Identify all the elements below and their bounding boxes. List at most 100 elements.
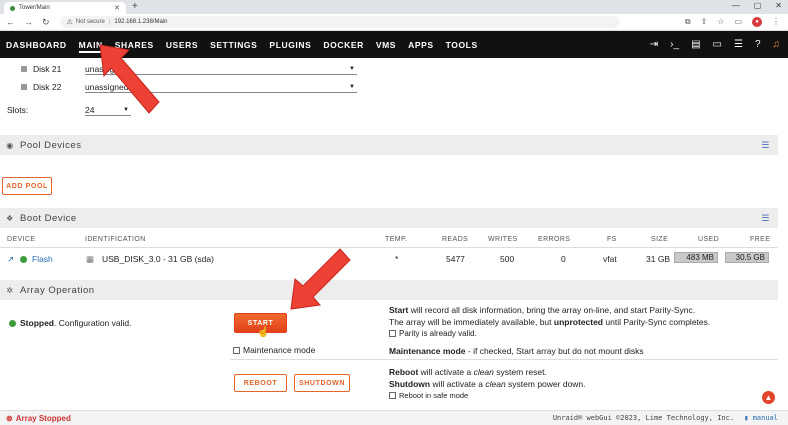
reload-icon[interactable]: ↻ xyxy=(42,17,50,28)
shutdown-desc-1: will activate a xyxy=(430,379,486,389)
disk-assign-select[interactable]: unassigned ▼ xyxy=(85,81,357,93)
tab-title: Tower/Main xyxy=(19,5,50,11)
disk-row: Disk 22 unassigned ▼ xyxy=(0,76,778,98)
safe-mode-checkbox[interactable] xyxy=(389,392,396,399)
availability-description: The array will be immediately available,… xyxy=(389,317,710,327)
maint-desc-text: - if checked, Start array but do not mou… xyxy=(465,346,644,356)
device-errors: 0 xyxy=(561,254,566,264)
shutdown-button[interactable]: SHUTDOWN xyxy=(294,374,350,392)
device-reads: 5477 xyxy=(446,254,465,264)
column-header: WRITES xyxy=(488,236,518,243)
chevron-down-icon: ▼ xyxy=(123,106,129,113)
manual-icon[interactable]: ▮ xyxy=(744,414,748,422)
page-content: Disk 21 unassigned ▼ Disk 22 unassigned … xyxy=(0,58,788,410)
section-title: Boot Device xyxy=(20,212,77,224)
scroll-top-button[interactable]: ▲ xyxy=(762,391,775,404)
nav-tools[interactable]: TOOLS xyxy=(446,31,478,58)
slots-select[interactable]: 24 ▼ xyxy=(85,104,131,116)
share-icon[interactable]: ⇪ xyxy=(701,17,708,27)
sidebar-icon[interactable]: ▭ xyxy=(734,17,742,27)
column-header: ERRORS xyxy=(538,236,571,243)
chevron-down-icon: ▼ xyxy=(349,65,355,72)
column-header: FS xyxy=(607,236,617,243)
disk-assign-value: unassigned xyxy=(85,63,129,74)
nav-docker[interactable]: DOCKER xyxy=(323,31,363,58)
translate-icon[interactable]: ⧉ xyxy=(685,17,691,27)
url-separator: | xyxy=(108,19,111,25)
shutdown-desc-bold: Shutdown xyxy=(389,379,431,389)
monitor-icon[interactable]: ▭ xyxy=(713,39,722,50)
nav-main[interactable]: MAIN xyxy=(78,31,103,58)
parity-valid-checkbox[interactable] xyxy=(389,330,396,337)
notification-bell-icon[interactable]: ♫ xyxy=(773,39,781,50)
column-header: USED xyxy=(698,236,720,243)
logout-icon[interactable]: ⇥ xyxy=(650,39,658,50)
nav-apps[interactable]: APPS xyxy=(408,31,434,58)
reboot-button[interactable]: REBOOT xyxy=(234,374,287,392)
divider xyxy=(230,359,778,360)
column-header: DEVICE xyxy=(7,236,36,243)
parity-valid-label: Parity is already valid. xyxy=(399,329,477,338)
minimize-icon[interactable]: — xyxy=(732,1,740,10)
close-window-icon[interactable]: ✕ xyxy=(775,1,782,10)
paw-icon: ❖ xyxy=(6,213,14,223)
forward-icon[interactable]: → xyxy=(24,17,33,28)
security-label: Not secure xyxy=(75,19,105,25)
terminal-icon[interactable]: ›_ xyxy=(670,39,679,50)
nav-settings[interactable]: SETTINGS xyxy=(210,31,257,58)
profile-avatar[interactable]: ● xyxy=(752,17,762,27)
info-icon[interactable]: ☰ xyxy=(734,39,743,50)
column-header: SIZE xyxy=(651,236,669,243)
disk-status-icon xyxy=(21,66,27,72)
flash-device-link[interactable]: Flash xyxy=(32,254,53,264)
copyright-text: Unraid® webGui ©2023, Lime Technology, I… xyxy=(552,414,735,422)
new-tab-icon[interactable]: + xyxy=(132,1,138,12)
url-field[interactable]: ⚠ Not secure | 192.168.1.238/Main xyxy=(59,16,620,28)
window-controls: — ▢ ✕ xyxy=(732,1,782,10)
maintenance-checkbox[interactable] xyxy=(233,347,240,354)
start-desc-text: will record all disk information, bring … xyxy=(408,305,696,315)
nav-plugins[interactable]: PLUGINS xyxy=(269,31,311,58)
divider xyxy=(0,247,778,248)
bookmark-star-icon[interactable]: ☆ xyxy=(717,17,724,27)
device-temp: * xyxy=(395,254,399,264)
mouse-cursor-icon: ☝ xyxy=(257,327,270,338)
array-status-rest: . Configuration valid. xyxy=(54,318,132,328)
maximize-icon[interactable]: ▢ xyxy=(754,1,762,10)
nav-dashboard[interactable]: DASHBOARD xyxy=(6,31,67,58)
external-link-icon[interactable]: ↗ xyxy=(7,254,14,265)
maintenance-mode-option[interactable]: Maintenance mode xyxy=(233,345,315,355)
manual-link[interactable]: manual xyxy=(753,414,778,422)
device-writes: 500 xyxy=(500,254,515,264)
nav-shares[interactable]: SHARES xyxy=(115,31,154,58)
pool-icon: ◉ xyxy=(6,140,14,150)
reboot-desc-2: system reset. xyxy=(493,367,547,377)
help-icon[interactable]: ? xyxy=(755,39,761,50)
reboot-desc-em: clean xyxy=(473,367,494,377)
list-view-icon[interactable]: ☰ xyxy=(761,140,770,151)
nav-vms[interactable]: VMS xyxy=(376,31,396,58)
close-tab-icon[interactable]: ✕ xyxy=(114,4,120,12)
chevron-down-icon: ▼ xyxy=(349,83,355,90)
status-footer: ⊗ Array Stopped Unraid® webGui ©2023, Li… xyxy=(0,410,788,425)
status-online-icon xyxy=(20,256,27,263)
start-description: Start will record all disk information, … xyxy=(389,305,695,315)
reboot-description: Reboot will activate a clean system rese… xyxy=(389,367,547,377)
array-status-bold: Stopped xyxy=(20,318,54,328)
used-bar: 483 MB xyxy=(674,252,718,263)
add-pool-button[interactable]: ADD POOL xyxy=(2,177,52,195)
error-circle-icon: ⊗ xyxy=(6,413,13,423)
device-size: 31 GB xyxy=(646,254,671,264)
back-icon[interactable]: ← xyxy=(6,17,15,28)
nav-users[interactable]: USERS xyxy=(166,31,198,58)
more-menu-icon[interactable]: ⋮ xyxy=(772,17,780,27)
shutdown-description: Shutdown will activate a clean system po… xyxy=(389,379,586,389)
safe-mode-option[interactable]: Reboot in safe mode xyxy=(389,391,468,400)
browser-tab[interactable]: Tower/Main ✕ xyxy=(4,2,126,14)
parity-valid-option[interactable]: Parity is already valid. xyxy=(389,329,477,338)
url-text: 192.168.1.238/Main xyxy=(114,19,168,25)
list-view-icon[interactable]: ☰ xyxy=(761,213,770,224)
feedback-icon[interactable]: ▤ xyxy=(691,39,700,50)
column-header: READS xyxy=(442,236,469,243)
disk-assign-select[interactable]: unassigned ▼ xyxy=(85,63,357,75)
